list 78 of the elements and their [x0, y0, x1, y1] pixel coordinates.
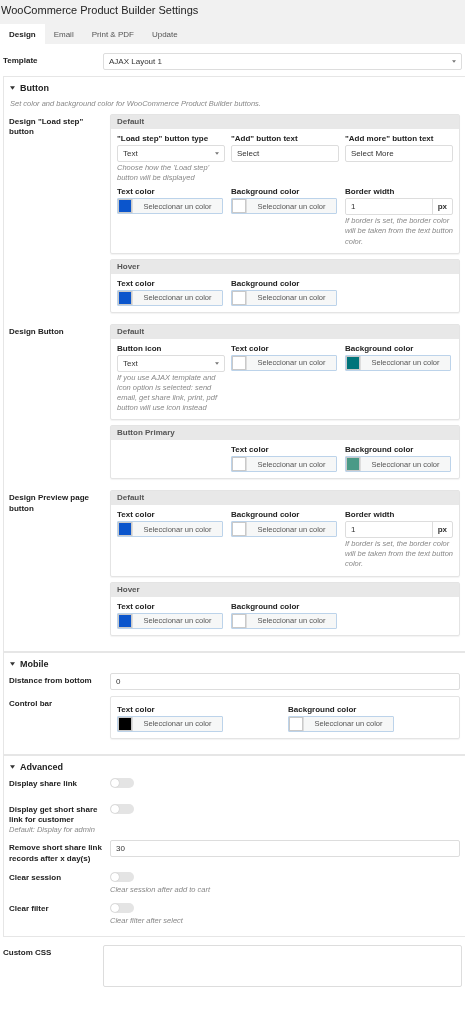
field-label: Text color [117, 510, 156, 520]
field-label: Border width [345, 187, 396, 197]
color-swatch[interactable] [118, 199, 132, 214]
section-title: Button [20, 83, 49, 93]
section-toggle[interactable]: Mobile [4, 652, 465, 673]
toggle-switch[interactable] [110, 777, 134, 788]
field-label: Text color [117, 187, 156, 197]
field-label: Border width [345, 510, 396, 520]
tab[interactable]: Print & PDF [82, 24, 143, 44]
color-swatch[interactable] [118, 716, 132, 731]
field-label: Clear session [9, 872, 63, 884]
color-swatch[interactable] [232, 522, 246, 537]
color-swatch[interactable] [346, 457, 360, 472]
field-label: Clear filter [9, 903, 50, 915]
color-swatch[interactable] [232, 355, 246, 370]
color-swatch[interactable] [232, 290, 246, 305]
color-swatch[interactable] [118, 613, 132, 628]
panel-header: Default [111, 324, 459, 339]
color-swatch[interactable] [232, 457, 246, 472]
toggle-switch[interactable] [110, 903, 134, 914]
field-label: "Add" button text [231, 134, 299, 143]
field-label: Template [3, 55, 39, 67]
color-swatch[interactable] [118, 290, 132, 305]
caret-icon [215, 152, 219, 155]
field-label: Background color [231, 278, 301, 288]
panel-header: Hover [111, 582, 459, 597]
toggle-switch[interactable] [110, 803, 134, 814]
color-swatch[interactable] [289, 716, 303, 731]
field-label: Background color [288, 704, 358, 714]
field-label: Design Button [9, 325, 65, 337]
field-label: Custom CSS [3, 947, 53, 960]
field-label: Background color [231, 510, 301, 520]
field-label: Design Preview page button [9, 492, 91, 514]
panel-header: Hover [111, 259, 459, 274]
field-label: Background color [231, 187, 301, 197]
field-label: "Load step" button type [117, 134, 210, 143]
input-field[interactable]: Select [231, 145, 339, 162]
color-swatch[interactable] [232, 199, 246, 214]
tab[interactable]: Design [0, 24, 45, 44]
panel-header: Default [111, 491, 459, 506]
field-label: Background color [345, 343, 415, 353]
field-label: Control bar [9, 697, 54, 709]
panel-header: Button Primary [111, 426, 459, 441]
dropdown[interactable]: Text [117, 145, 225, 162]
field-label: Text color [117, 601, 156, 611]
css-text-area[interactable] [103, 945, 462, 988]
tab[interactable]: Email [44, 24, 83, 44]
caret-icon [452, 60, 456, 63]
section-toggle[interactable]: Advanced [4, 755, 465, 776]
field-label: Display get short share link for customer [9, 803, 99, 826]
field-label: Remove short share link records after x day(s) [9, 842, 103, 865]
section-title: Advanced [20, 761, 63, 772]
section-title: Mobile [20, 658, 49, 669]
field-label: Background color [345, 445, 415, 455]
field-label: Text color [231, 445, 270, 455]
toggle-switch[interactable] [110, 872, 134, 883]
field-label: Design "Load step" button [9, 116, 85, 138]
dropdown[interactable]: AJAX Layout 1 [103, 53, 462, 70]
tab[interactable]: Update [142, 24, 187, 44]
field-label: Button icon [117, 343, 163, 353]
field-label: Text color [231, 343, 270, 353]
color-swatch[interactable] [118, 522, 132, 537]
field-label: Display share link [9, 777, 79, 789]
field-label: Background color [231, 601, 301, 611]
section-toggle[interactable]: Button [4, 77, 465, 97]
caret-icon [215, 361, 219, 365]
panel-header: Default [111, 115, 459, 129]
field-label: "Add more" button text [345, 134, 435, 143]
input-field[interactable]: 0 [110, 672, 460, 690]
color-swatch[interactable] [232, 613, 246, 628]
dropdown[interactable]: Text [117, 354, 225, 372]
field-label: Distance from bottom [9, 674, 93, 686]
color-swatch[interactable] [346, 355, 360, 370]
field-label: Text color [117, 704, 156, 714]
field-label: Text color [117, 278, 156, 288]
input-field[interactable]: 30 [110, 840, 460, 858]
page-title: WooCommerce Product Builder Settings [1, 4, 200, 18]
input-field[interactable]: Select More [345, 145, 453, 162]
